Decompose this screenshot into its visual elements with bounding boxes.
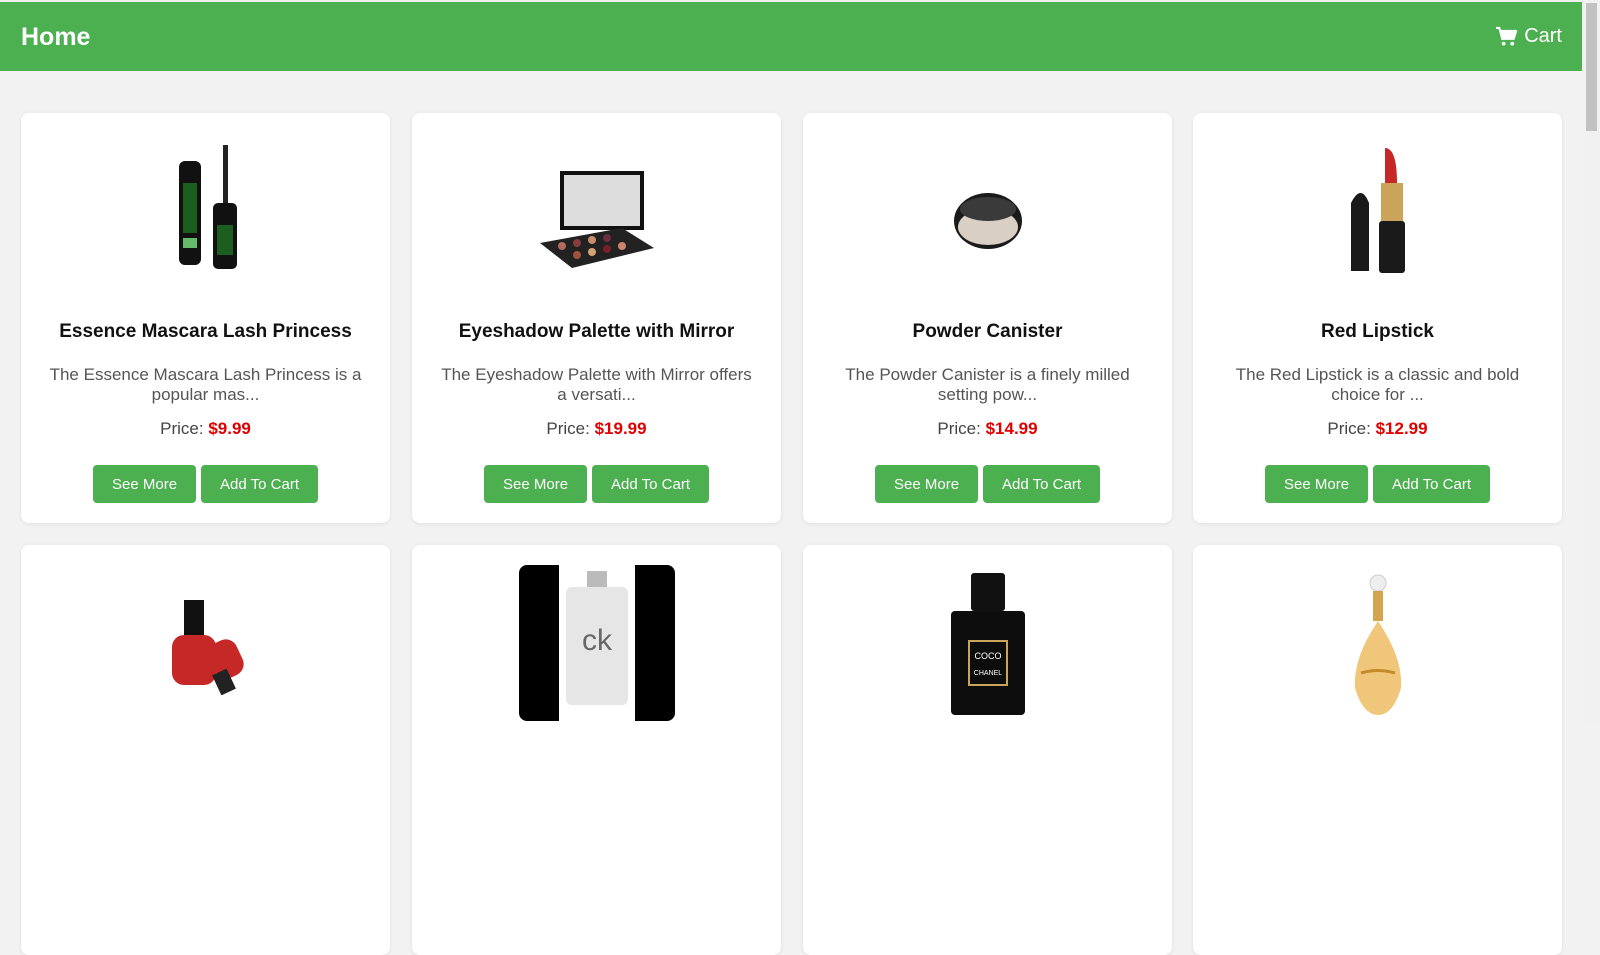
product-price-line: Price: $14.99: [803, 419, 1172, 439]
chanel-label-bottom: CHANEL: [973, 670, 1002, 677]
product-card: Essence Mascara Lash Princess The Essenc…: [21, 113, 390, 523]
powder-canister-image: [803, 143, 1172, 298]
product-card: ck: [412, 545, 781, 955]
product-description: The Eyeshadow Palette with Mirror offers…: [441, 365, 752, 404]
see-more-button[interactable]: See More: [875, 465, 979, 503]
product-title: Red Lipstick: [1321, 321, 1434, 342]
nail-polish-image: [21, 595, 390, 750]
cart-label: Cart: [1524, 25, 1562, 47]
top-navbar: Home Cart: [0, 2, 1582, 71]
product-title: Essence Mascara Lash Princess: [59, 321, 352, 342]
add-to-cart-button[interactable]: Add To Cart: [592, 465, 709, 503]
see-more-button[interactable]: See More: [1265, 465, 1369, 503]
scrollbar-thumb[interactable]: [1586, 3, 1597, 131]
home-link[interactable]: Home: [21, 23, 90, 52]
eyeshadow-palette-image: [412, 143, 781, 298]
price-label: Price:: [160, 419, 209, 438]
product-card: Eyeshadow Palette with Mirror The Eyesha…: [412, 113, 781, 523]
product-price: $19.99: [594, 419, 647, 438]
price-label: Price:: [937, 419, 986, 438]
page-scrollbar[interactable]: [1583, 0, 1600, 726]
chanel-label-top: COCO: [974, 651, 1001, 661]
cart-icon: [1495, 26, 1518, 47]
price-label: Price:: [546, 419, 595, 438]
product-card: COCO CHANEL: [803, 545, 1172, 955]
dior-perfume-image: [1193, 573, 1562, 728]
product-card: Red Lipstick The Red Lipstick is a class…: [1193, 113, 1562, 523]
add-to-cart-button[interactable]: Add To Cart: [201, 465, 318, 503]
product-price: $9.99: [208, 419, 251, 438]
chanel-perfume-image: COCO CHANEL: [803, 573, 1172, 728]
price-label: Price:: [1327, 419, 1376, 438]
see-more-button[interactable]: See More: [484, 465, 588, 503]
red-lipstick-image: [1193, 143, 1562, 298]
product-price-line: Price: $9.99: [21, 419, 390, 439]
add-to-cart-button[interactable]: Add To Cart: [1373, 465, 1490, 503]
product-price-line: Price: $12.99: [1193, 419, 1562, 439]
product-card: Powder Canister The Powder Canister is a…: [803, 113, 1172, 523]
cart-link[interactable]: Cart: [1495, 25, 1562, 48]
product-description: The Powder Canister is a finely milled s…: [845, 365, 1130, 404]
product-card: [21, 545, 390, 955]
product-title: Powder Canister: [912, 321, 1063, 342]
product-description: The Red Lipstick is a classic and bold c…: [1235, 365, 1520, 404]
product-price: $12.99: [1375, 419, 1428, 438]
ck-perfume-image: ck: [412, 565, 781, 721]
product-title: Eyeshadow Palette with Mirror: [458, 321, 735, 342]
add-to-cart-button[interactable]: Add To Cart: [983, 465, 1100, 503]
product-description: The Essence Mascara Lash Princess is a p…: [49, 365, 362, 404]
product-price-line: Price: $19.99: [412, 419, 781, 439]
see-more-button[interactable]: See More: [93, 465, 197, 503]
product-card: [1193, 545, 1562, 955]
mascara-image: [21, 143, 390, 298]
ck-logo-text: ck: [582, 624, 613, 657]
product-price: $14.99: [985, 419, 1038, 438]
